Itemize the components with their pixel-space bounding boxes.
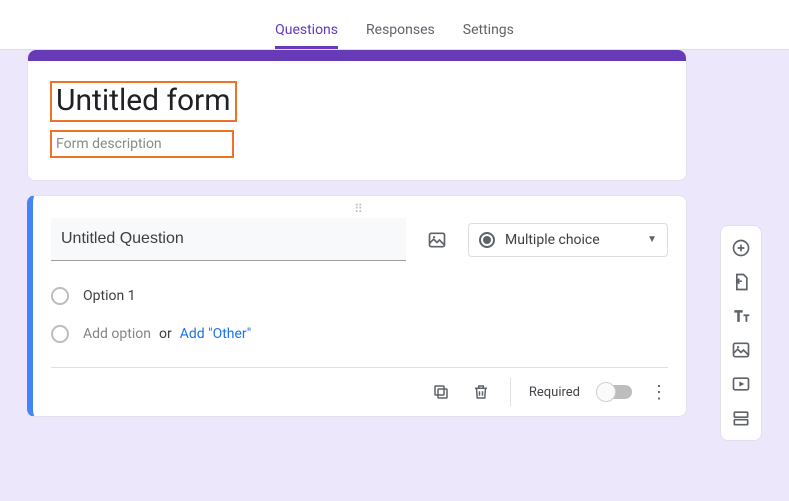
tab-settings[interactable]: Settings <box>463 22 514 49</box>
import-questions-button[interactable] <box>729 270 753 294</box>
form-description-input[interactable]: Form description <box>52 132 232 156</box>
add-question-button[interactable] <box>729 236 753 260</box>
form-header-card: Untitled form Form description <box>27 50 687 181</box>
form-canvas: Untitled form Form description ⠿ Mu <box>0 50 789 501</box>
floating-toolbar <box>720 225 762 441</box>
more-options-button[interactable]: ⋮ <box>650 382 668 403</box>
radio-icon <box>51 325 69 343</box>
tab-bar: Questions Responses Settings <box>0 0 789 50</box>
question-type-dropdown[interactable]: Multiple choice ▼ <box>468 223 668 257</box>
question-title-input[interactable] <box>51 218 406 261</box>
highlight-box-description: Form description <box>50 130 234 158</box>
or-text: or <box>159 326 172 342</box>
add-other-button[interactable]: Add "Other" <box>180 326 252 342</box>
chevron-down-icon: ▼ <box>647 234 657 245</box>
radio-icon <box>51 287 69 305</box>
add-video-button[interactable] <box>729 372 753 396</box>
highlight-box-title: Untitled form <box>50 81 237 122</box>
divider <box>510 378 511 406</box>
option-row: Option 1 <box>51 281 668 319</box>
multiple-choice-icon <box>479 232 495 248</box>
required-toggle[interactable] <box>598 385 632 399</box>
drag-handle-icon[interactable]: ⠿ <box>51 196 668 218</box>
add-image-to-question-button[interactable] <box>424 227 450 253</box>
add-title-button[interactable] <box>729 304 753 328</box>
tab-responses[interactable]: Responses <box>366 22 435 49</box>
add-image-button[interactable] <box>729 338 753 362</box>
add-option-row: Add option or Add "Other" <box>51 319 668 357</box>
option-1-input[interactable]: Option 1 <box>83 288 136 304</box>
add-section-button[interactable] <box>729 406 753 430</box>
form-title-input[interactable]: Untitled form <box>52 83 235 120</box>
required-label: Required <box>529 385 580 400</box>
tab-questions[interactable]: Questions <box>275 22 338 49</box>
add-option-button[interactable]: Add option <box>83 326 151 342</box>
duplicate-button[interactable] <box>430 381 452 403</box>
question-card: ⠿ Multiple choice ▼ Option 1 <box>27 195 687 417</box>
delete-button[interactable] <box>470 381 492 403</box>
question-type-label: Multiple choice <box>505 232 637 248</box>
